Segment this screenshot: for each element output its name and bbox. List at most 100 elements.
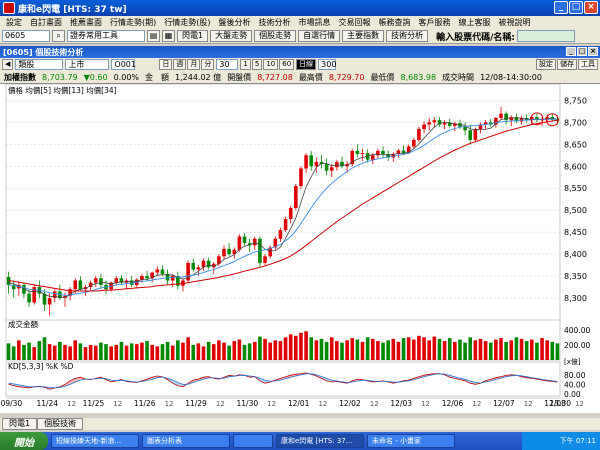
panel-button-1[interactable]: 儲存	[557, 59, 577, 70]
volume-bar	[488, 342, 493, 360]
code-label: 輸入股票代碼/名稱:	[436, 32, 515, 43]
toolbar-button-1[interactable]: 大盤走勢	[210, 30, 253, 42]
candle-body	[191, 262, 196, 270]
period-button-0[interactable]: 日	[159, 59, 173, 70]
candle-body	[93, 278, 98, 283]
tool-select[interactable]: 證券常用工具	[67, 30, 145, 42]
volume-bar	[150, 344, 154, 360]
close-button[interactable]: ×	[584, 1, 598, 14]
volume-bar	[529, 339, 534, 360]
index-code-select[interactable]: O001	[111, 59, 136, 70]
menu-item-9[interactable]: 帳務查詢	[375, 17, 415, 28]
technical-chart[interactable]: 8,300 8,350 8,400 8,450 8,500 8,550 8,600 8,650…	[0, 83, 600, 413]
minute-option-2[interactable]: 10	[263, 59, 279, 70]
bottom-tabs: 閃電1 個股技術	[0, 418, 600, 430]
minimize-button[interactable]: _	[554, 1, 568, 14]
sub-close-button[interactable]: ×	[588, 47, 598, 56]
menu-item-8[interactable]: 交易回報	[335, 17, 375, 28]
menu-item-2[interactable]: 推薦畫面	[66, 17, 106, 28]
candle-body	[299, 168, 303, 187]
subwindow-titlebar: [0605] 個股技術分析 _ □ ×	[0, 46, 600, 58]
volume-bar	[478, 338, 483, 360]
taskbar-item-3[interactable]: 康和e閃電 [HTS: 37...	[276, 434, 364, 448]
volume-bar	[268, 342, 272, 360]
volume-bar	[427, 340, 431, 360]
period-button-1[interactable]: 週	[173, 59, 187, 70]
taskbar-item-4[interactable]: 未命名 - 小畫家	[367, 434, 455, 448]
period-button-2[interactable]: 月	[187, 59, 201, 70]
menu-item-10[interactable]: 客戶服務	[415, 17, 455, 28]
volume-bar	[129, 343, 134, 360]
menu-item-7[interactable]: 市場訊息	[295, 17, 335, 28]
open-value: 8,727.08	[257, 72, 293, 82]
search-icon[interactable]: ⌕	[52, 30, 65, 42]
sub-minimize-button[interactable]: _	[566, 47, 576, 56]
panel-button-2[interactable]: 工具	[578, 59, 598, 70]
candle-body	[401, 150, 406, 154]
start-button[interactable]: 開始	[0, 432, 48, 450]
toolbar-button-4[interactable]: 主要指數	[342, 30, 385, 42]
candle-body	[283, 218, 288, 230]
volume-bar	[417, 335, 421, 360]
nav-left-button[interactable]: ◀	[2, 59, 14, 70]
chart-svg[interactable]: 8,300 8,350 8,400 8,450 8,500 8,550 8,600 8,650…	[0, 84, 600, 414]
stock-code-field[interactable]	[516, 30, 575, 42]
panel-button-0[interactable]: 設定	[536, 59, 556, 70]
toolbar-button-0[interactable]: 閃電1	[177, 30, 209, 42]
candle-body	[140, 276, 144, 280]
category-select[interactable]: 類股	[15, 59, 64, 70]
menu-item-3[interactable]: 行情走勢(期)	[106, 17, 160, 28]
volume-bar	[519, 338, 524, 360]
chart-icon[interactable]: ▦	[162, 30, 175, 42]
minute-option-1[interactable]: 5	[251, 59, 263, 70]
tools-icon[interactable]: ▤	[147, 30, 160, 42]
x-tick-label: 12/02	[339, 399, 361, 408]
toolbar-button-5[interactable]: 技術分析	[386, 30, 429, 42]
kd-legend: KD[5,3,3] %K %D	[8, 362, 74, 371]
code-input[interactable]: 0605	[2, 30, 50, 42]
count-field[interactable]: 300	[318, 59, 336, 70]
minute-option-0[interactable]: 1	[240, 59, 251, 70]
volume-bar	[191, 344, 196, 360]
menu-item-12[interactable]: 被視說明	[495, 17, 535, 28]
candle-body	[242, 236, 247, 244]
candle-body	[206, 260, 211, 268]
volume-bar	[17, 340, 21, 360]
period-button-3[interactable]: 分	[201, 59, 215, 70]
volume-bar	[550, 341, 555, 360]
taskbar-item-1[interactable]: 圖表分析表	[142, 434, 230, 448]
maximize-button[interactable]: □	[569, 1, 583, 14]
menu-item-11[interactable]: 線上客服	[455, 17, 495, 28]
taskbar-item-0[interactable]: 短線操練天地-新浪...	[51, 434, 139, 448]
volume-bar	[93, 345, 98, 360]
time-value: 12/08-14:30:00	[480, 72, 542, 82]
minute-select[interactable]: 30	[216, 59, 239, 70]
toolbar-button-3[interactable]: 自選行情	[298, 30, 341, 42]
volume-bar	[263, 338, 267, 360]
menu-item-1[interactable]: 自訂畫面	[26, 17, 66, 28]
volume-bar	[319, 338, 324, 360]
menu-item-4[interactable]: 行情走勢(股)	[160, 17, 214, 28]
volume-bar	[288, 334, 293, 360]
bottom-tab-1[interactable]: 個股技術	[37, 418, 84, 430]
active-period-button[interactable]: 日線	[296, 59, 317, 70]
sub-maximize-button[interactable]: □	[577, 47, 587, 56]
menu-item-0[interactable]: 設定	[2, 17, 26, 28]
price-tick-label: 8,450	[564, 228, 587, 237]
toolbar-button-2[interactable]: 個股走勢	[254, 30, 297, 42]
taskbar-item-2[interactable]	[233, 434, 273, 448]
candle-body	[47, 298, 52, 305]
candle-body	[252, 238, 257, 246]
app-icon	[3, 2, 15, 14]
bottom-tab-0[interactable]: 閃電1	[2, 418, 38, 430]
candle-body	[170, 276, 175, 281]
volume-bar	[196, 343, 201, 360]
menu-item-5[interactable]: 盤後分析	[215, 17, 255, 28]
menu-item-6[interactable]: 技術分析	[255, 17, 295, 28]
volume-bar	[27, 342, 31, 360]
volume-bar	[524, 341, 529, 360]
minute-option-3[interactable]: 60	[279, 59, 295, 70]
x-tick-label: 11/24	[36, 399, 58, 408]
volume-bar	[11, 346, 16, 360]
market-select[interactable]: 上市	[65, 59, 110, 70]
